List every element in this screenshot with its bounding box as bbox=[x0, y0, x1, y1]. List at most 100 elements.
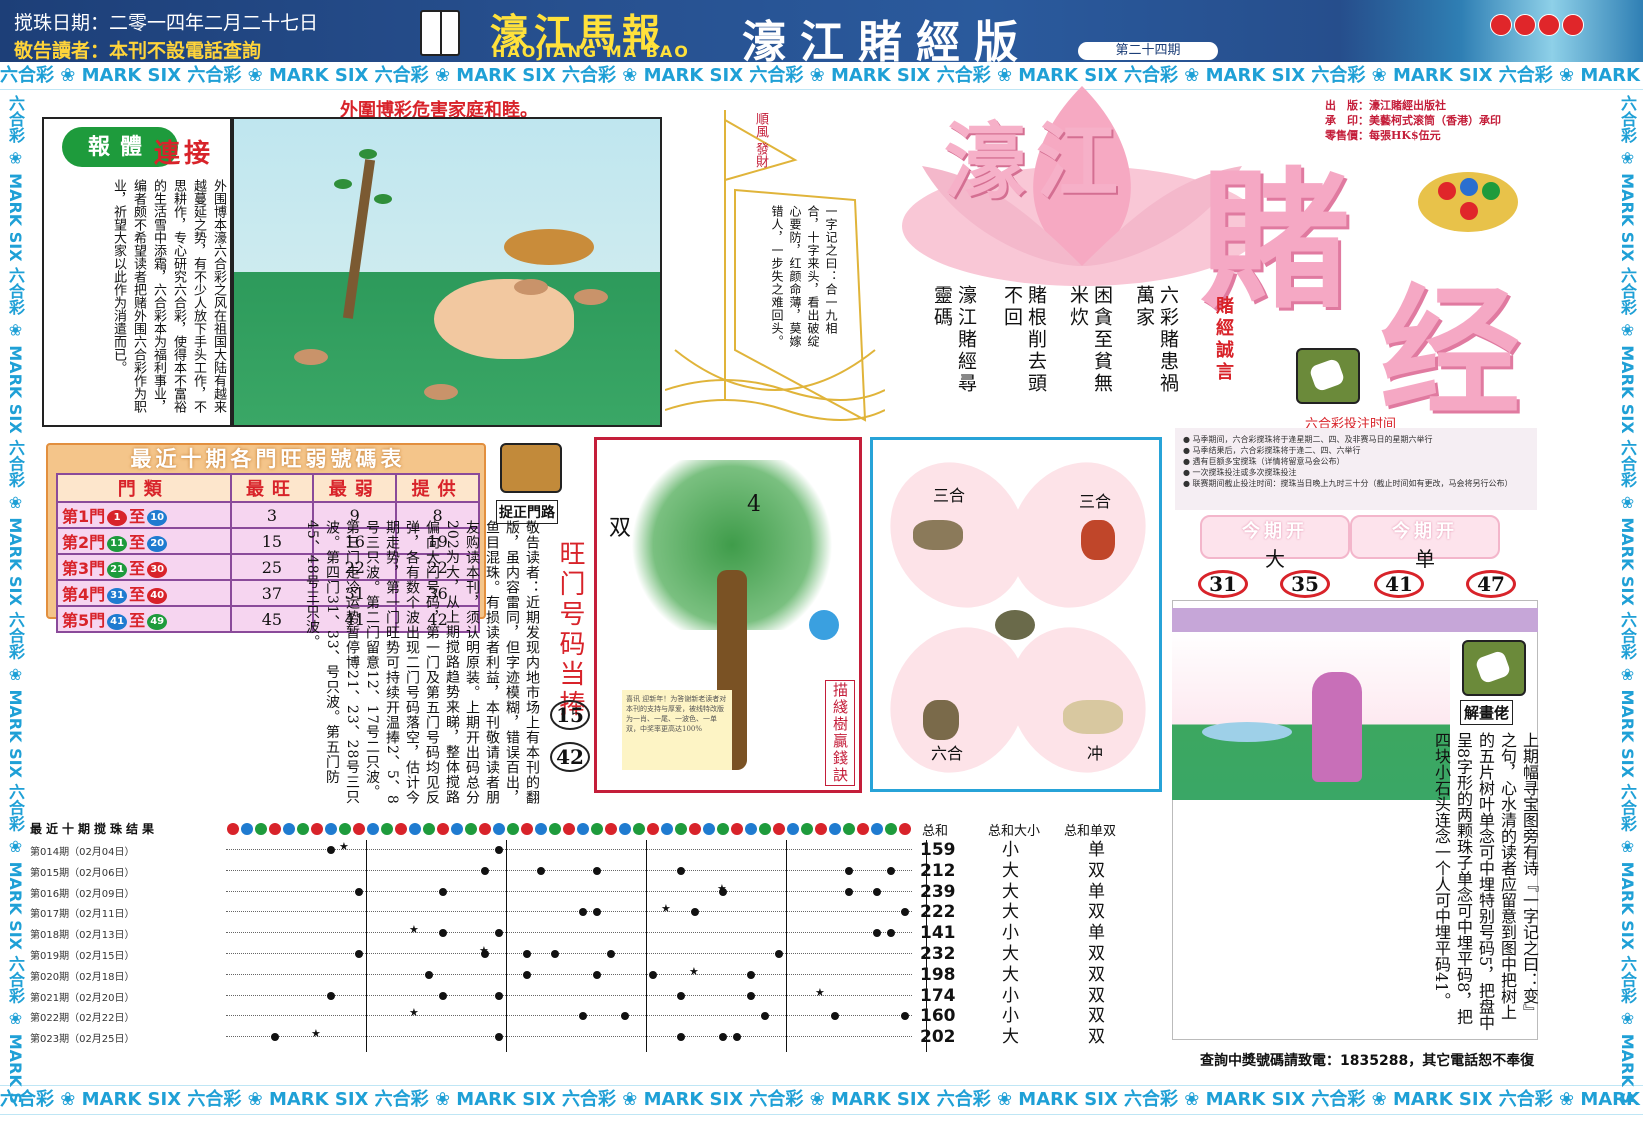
result-dotline bbox=[226, 973, 912, 975]
result-row: 第018期（02月13日） ★ bbox=[30, 923, 912, 943]
leaf-shape bbox=[359, 149, 377, 159]
leaf-shape bbox=[334, 179, 352, 189]
sum-parity: 双 bbox=[1088, 944, 1105, 964]
result-dot bbox=[523, 970, 531, 979]
result-dot bbox=[747, 991, 755, 1000]
hand-catch-icon bbox=[500, 443, 562, 493]
special-star-icon: ★ bbox=[311, 1027, 321, 1041]
result-dot bbox=[677, 1033, 685, 1042]
result-dotline bbox=[226, 890, 912, 892]
this-period-parity-value: 单 bbox=[1415, 547, 1435, 571]
result-row: 第020期（02月18日） ★ bbox=[30, 965, 912, 985]
strip-ball bbox=[353, 823, 365, 835]
result-dot bbox=[747, 970, 755, 979]
result-dot bbox=[593, 970, 601, 979]
special-star-icon: ★ bbox=[339, 840, 349, 853]
strip-ball bbox=[297, 823, 309, 835]
sum-total: 141 bbox=[920, 923, 956, 944]
price-line: 零售價：每張HK$伍元 bbox=[1325, 129, 1441, 142]
this-period-parity: 今期开 单 bbox=[1350, 515, 1500, 571]
sum-total: 232 bbox=[920, 944, 956, 964]
result-dot bbox=[523, 950, 531, 958]
strip-ball bbox=[521, 823, 533, 835]
sum-parity: 双 bbox=[1088, 860, 1105, 881]
dog-illustration bbox=[434, 279, 574, 359]
strip-ball bbox=[899, 823, 911, 835]
sum-parity: 单 bbox=[1088, 881, 1105, 902]
special-star-icon: ★ bbox=[815, 985, 825, 999]
strip-ball bbox=[339, 823, 351, 835]
solution-text: 上期幅寻宝图旁有诗『一字记之曰：变』之句，心水清的读者应留意到图中把树上的五片树… bbox=[1432, 732, 1539, 1031]
result-issue: 第023期（02月25日） bbox=[30, 1034, 135, 1046]
special-star-icon: ★ bbox=[479, 944, 489, 957]
result-dot bbox=[537, 866, 545, 875]
bet-time-box: ● 马季期间，六合彩搅珠将于逢星期二、四、及非赛马日的星期六举行 ● 马季结果后… bbox=[1175, 428, 1537, 510]
gate-name: 第4門 bbox=[62, 585, 106, 604]
strip-ball bbox=[885, 823, 897, 835]
result-issue: 第017期（02月11日） bbox=[30, 909, 135, 921]
result-dot bbox=[887, 929, 895, 938]
result-row: 第017期（02月11日） ★ bbox=[30, 902, 912, 922]
strip-ball bbox=[493, 823, 505, 835]
tree-label-shuang: 双 bbox=[609, 516, 632, 541]
printer-line: 承 印：美藝柯式滚筒（香港）承印 bbox=[1325, 114, 1501, 127]
result-row: 第023期（02月25日） ★ bbox=[30, 1027, 912, 1047]
result-dotline bbox=[226, 932, 912, 934]
special-star-icon: ★ bbox=[409, 923, 419, 937]
gate-name: 第1門 bbox=[62, 507, 106, 526]
strip-ball bbox=[591, 823, 603, 835]
gate-name: 第3門 bbox=[62, 559, 106, 578]
strip-ball bbox=[409, 823, 421, 835]
result-dotline bbox=[226, 953, 912, 954]
result-dot bbox=[495, 991, 503, 1000]
table-header: 提供 bbox=[395, 473, 480, 503]
result-row: 第019期（02月15日） ★ bbox=[30, 944, 912, 964]
sum-total: 174 bbox=[920, 985, 956, 1006]
gate-name: 第5門 bbox=[62, 611, 106, 630]
result-dot bbox=[327, 991, 335, 1000]
special-star-icon: ★ bbox=[717, 881, 727, 895]
number-ball: 31 bbox=[1198, 570, 1248, 598]
result-dot bbox=[901, 908, 909, 917]
hand-pointing-icon bbox=[1296, 348, 1360, 404]
result-dot bbox=[719, 1033, 727, 1042]
result-dot bbox=[495, 846, 503, 854]
report-badge-2: 連接 bbox=[154, 139, 215, 169]
tree-sidebar-title: 描綫樹贏錢訣 bbox=[825, 680, 855, 786]
zodiac-label: 三合 bbox=[1079, 492, 1112, 511]
figure-illustration bbox=[1312, 672, 1362, 782]
sum-size: 大 bbox=[1002, 860, 1019, 881]
motto-column-2: 困貪至貧無米炊 bbox=[1067, 285, 1113, 395]
result-dotline bbox=[226, 1015, 912, 1017]
motto-title: 賭經誠言 bbox=[1213, 296, 1234, 384]
strip-ball bbox=[283, 823, 295, 835]
strip-ball bbox=[311, 823, 323, 835]
tree-label-four: 4 bbox=[747, 492, 761, 517]
sum-parity-header: 总和单双 bbox=[1064, 824, 1117, 839]
result-separator bbox=[646, 840, 647, 1052]
sum-size: 小 bbox=[1002, 923, 1019, 944]
strip-ball bbox=[843, 823, 855, 835]
result-row: 第015期（02月06日） bbox=[30, 861, 912, 881]
result-dot bbox=[271, 1033, 279, 1042]
result-dot bbox=[677, 991, 685, 1000]
result-dot bbox=[579, 908, 587, 917]
strip-ball bbox=[703, 823, 715, 835]
hot-number: 42 bbox=[550, 742, 590, 772]
result-dot bbox=[481, 866, 489, 875]
result-dot bbox=[495, 929, 503, 938]
hot-number: 15 bbox=[550, 700, 590, 730]
result-dotline bbox=[226, 869, 912, 871]
result-separator bbox=[786, 840, 787, 1052]
sum-parity: 双 bbox=[1088, 1027, 1105, 1048]
strip-ball bbox=[563, 823, 575, 835]
result-separator bbox=[506, 840, 507, 1052]
strip-ball bbox=[745, 823, 757, 835]
result-dot bbox=[607, 950, 615, 958]
number-ball: 41 bbox=[1374, 570, 1424, 598]
sum-parity: 单 bbox=[1088, 923, 1105, 944]
strip-ball bbox=[759, 823, 771, 835]
result-dot bbox=[845, 866, 853, 875]
big-title-haojiang: 濠江 bbox=[944, 114, 1129, 210]
monkey-icon bbox=[923, 700, 959, 740]
